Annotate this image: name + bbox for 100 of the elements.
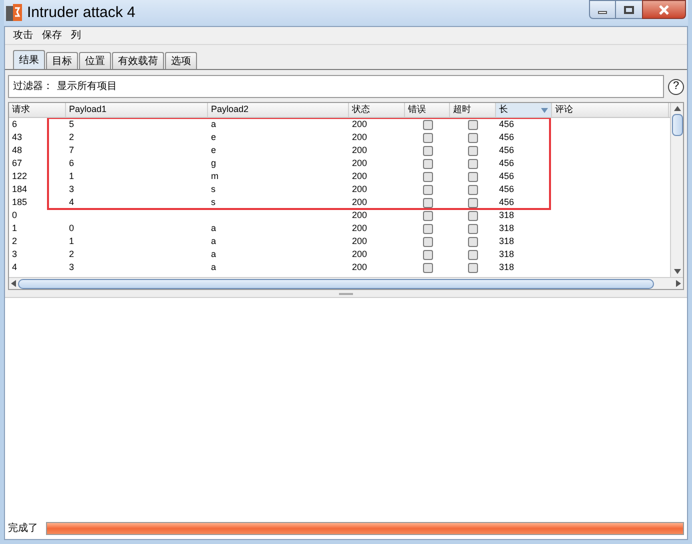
table-cell-text: e xyxy=(210,144,218,157)
table-cell-text: 200 xyxy=(351,170,368,183)
table-cell-text: 200 xyxy=(351,222,368,235)
checkbox[interactable] xyxy=(422,146,432,156)
table-cell-text: 1 xyxy=(68,234,76,248)
checkbox[interactable] xyxy=(422,224,432,234)
table-cell-text: 318 xyxy=(498,208,516,222)
tab[interactable]: 位置 xyxy=(79,52,111,69)
table-cell-text: 318 xyxy=(498,222,516,235)
checkbox[interactable] xyxy=(468,132,478,142)
table-cell-text: 48 xyxy=(11,144,24,157)
table-cell-text: a xyxy=(210,234,218,248)
column-header[interactable]: 请求 xyxy=(9,103,66,117)
table-cell-text: 5 xyxy=(68,118,76,131)
app-logo-icon xyxy=(6,4,22,22)
table-cell-text: 4 xyxy=(11,260,18,274)
table-cell-text: a xyxy=(210,248,218,261)
table-cell-text: s xyxy=(210,196,216,209)
menu-item[interactable]: 保存 xyxy=(42,28,62,43)
menu-item[interactable]: 列 xyxy=(71,28,81,43)
minimize-button[interactable] xyxy=(589,0,616,19)
maximize-button[interactable] xyxy=(616,0,642,19)
checkbox[interactable] xyxy=(468,146,478,156)
table-cell-text: 200 xyxy=(351,208,368,222)
checkbox[interactable] xyxy=(468,210,478,220)
table-cell-text: 3 xyxy=(68,182,76,196)
scroll-left-icon[interactable] xyxy=(11,280,16,287)
table-cell-text: 456 xyxy=(498,196,516,209)
checkbox[interactable] xyxy=(468,184,478,194)
column-header[interactable]: 评论 xyxy=(552,103,669,117)
table-cell-text: 0 xyxy=(68,222,76,235)
column-header[interactable]: Payload1 xyxy=(66,103,208,117)
table-cell-text: 67 xyxy=(11,156,24,170)
table-cell-text: 122 xyxy=(11,170,28,183)
tab[interactable]: 目标 xyxy=(46,52,78,69)
checkbox[interactable] xyxy=(422,198,432,208)
checkbox[interactable] xyxy=(468,120,478,130)
table-cell-text: 185 xyxy=(11,196,28,209)
checkbox[interactable] xyxy=(468,172,478,182)
table-cell-text: 6 xyxy=(11,118,18,131)
checkbox[interactable] xyxy=(468,198,478,208)
horizontal-scrollbar[interactable] xyxy=(9,277,683,289)
checkbox[interactable] xyxy=(422,184,432,194)
checkbox[interactable] xyxy=(422,250,432,260)
tab[interactable]: 选项 xyxy=(165,52,197,69)
scroll-right-icon[interactable] xyxy=(676,280,681,287)
table-cell-text: 318 xyxy=(498,234,516,248)
table-cell-text: 318 xyxy=(498,260,516,274)
tab[interactable]: 有效载荷 xyxy=(112,52,164,69)
checkbox[interactable] xyxy=(422,210,432,220)
filter-value: 显示所有项目 xyxy=(57,80,117,94)
tab[interactable]: 结果 xyxy=(13,50,45,69)
table-cell-text: 456 xyxy=(498,118,516,131)
checkbox[interactable] xyxy=(422,236,432,246)
help-button[interactable]: ? xyxy=(668,78,684,94)
close-button[interactable] xyxy=(642,0,686,19)
checkbox[interactable] xyxy=(468,236,478,246)
checkbox[interactable] xyxy=(468,158,478,168)
sort-descending-icon xyxy=(541,108,548,112)
table-cell-text: 456 xyxy=(498,144,516,157)
table-cell-text: 456 xyxy=(498,156,516,170)
table-cell-text: s xyxy=(210,182,216,196)
table-cell-text: 200 xyxy=(351,144,368,157)
close-icon xyxy=(658,4,670,14)
column-header[interactable]: Payload2 xyxy=(208,103,349,117)
checkbox[interactable] xyxy=(422,120,432,130)
scroll-down-icon[interactable] xyxy=(674,269,680,274)
checkbox[interactable] xyxy=(422,262,432,272)
table-cell-text: 200 xyxy=(351,196,368,209)
table-cell-text: a xyxy=(210,118,218,131)
checkbox[interactable] xyxy=(422,132,432,142)
table-cell-text: 200 xyxy=(351,234,368,248)
column-header[interactable]: 长 xyxy=(496,103,552,117)
status-text: 完成了 xyxy=(8,522,38,536)
scrollbar-thumb[interactable] xyxy=(672,114,682,136)
table-cell-text: 2 xyxy=(11,234,18,248)
table-cell-text: 3 xyxy=(11,248,18,261)
table-cell-text: 456 xyxy=(498,170,516,183)
vertical-scrollbar[interactable] xyxy=(670,103,683,277)
table-cell-text: 456 xyxy=(498,130,516,144)
table-cell-text: 200 xyxy=(351,260,368,274)
table-cell-text: 200 xyxy=(351,182,368,196)
table-cell-text: e xyxy=(210,130,218,144)
checkbox[interactable] xyxy=(422,158,432,168)
checkbox[interactable] xyxy=(468,250,478,260)
window-title: Intruder attack 4 xyxy=(27,2,136,23)
column-header[interactable]: 错误 xyxy=(405,103,450,117)
table-cell-text: 2 xyxy=(68,248,76,261)
table-cell-text: 1 xyxy=(68,170,76,183)
scroll-up-icon[interactable] xyxy=(674,106,680,111)
scrollbar-thumb[interactable] xyxy=(18,278,654,288)
column-header[interactable]: 状态 xyxy=(349,103,405,117)
table-cell-text: 200 xyxy=(351,130,368,144)
checkbox[interactable] xyxy=(422,172,432,182)
checkbox[interactable] xyxy=(468,224,478,234)
menu-item[interactable]: 攻击 xyxy=(13,28,33,43)
filter-bar[interactable]: 过滤器： 显示所有项目 xyxy=(8,75,664,98)
table-cell-text: 0 xyxy=(11,208,18,222)
checkbox[interactable] xyxy=(468,262,478,272)
table-cell-text: 318 xyxy=(498,248,516,261)
